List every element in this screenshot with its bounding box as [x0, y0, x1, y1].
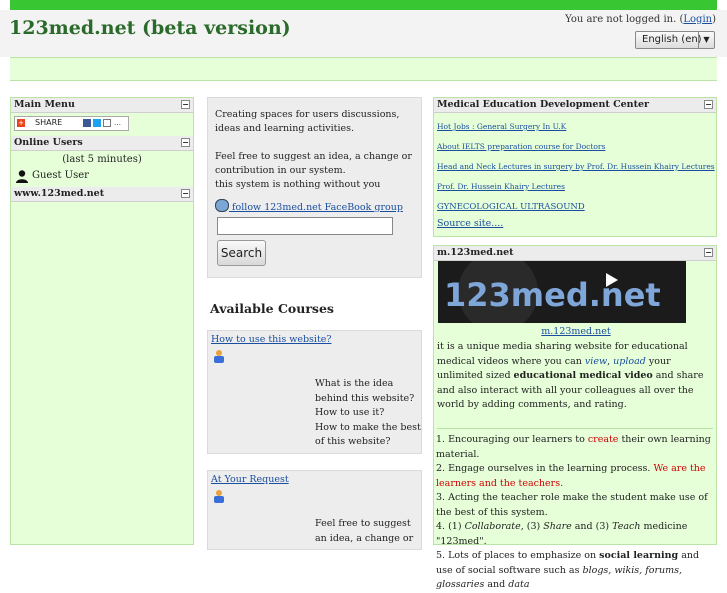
language-value: English (en) [642, 34, 702, 45]
med-edu-block: Medical Education Development Center − H… [433, 97, 717, 237]
site-title[interactable]: 123med.net (beta version) [9, 17, 291, 39]
intro-line-1: Creating spaces for users discussions, i… [215, 109, 400, 134]
goal-item: 3. Acting the teacher role make the stud… [436, 492, 708, 518]
online-users-title: Online Users [14, 137, 83, 148]
site-block-header: www.123med.net − [11, 187, 193, 202]
banner-logo-text: 123med.net [444, 276, 661, 314]
course-link[interactable]: How to use this website? [211, 334, 332, 345]
user-icon [16, 170, 28, 183]
med-edu-link[interactable]: GYNECOLOGICAL ULTRASOUND [437, 197, 716, 217]
share-label: SHARE [35, 118, 63, 127]
guest-user-row: Guest User [14, 169, 193, 183]
intro-line-2: Feel free to suggest an idea, a change o… [215, 151, 412, 176]
course-desc-line: Feel free to suggest an idea, a change o… [315, 518, 414, 544]
course-desc-line: What is the idea behind this website? [315, 378, 415, 404]
med-edu-link[interactable]: Prof. Dr. Hussein Khairy Lectures [437, 177, 716, 197]
course-desc-line: How to make the best of this website? [315, 421, 421, 448]
search-button[interactable]: Search [217, 240, 266, 266]
login-suffix: ) [712, 14, 716, 25]
desc-upload: upload [613, 355, 646, 367]
course-box: How to use this website? What is the ide… [207, 330, 422, 454]
banner-logo: 123med.net [438, 261, 686, 323]
intro-line-3: this system is nothing without you [215, 179, 381, 190]
chevron-down-icon[interactable]: ▼ [698, 32, 714, 48]
med-edu-link[interactable]: About IELTS preparation course for Docto… [437, 137, 716, 157]
med-edu-link[interactable]: Hot Jobs : General Surgery In U.K [437, 117, 716, 137]
source-site-link[interactable]: Source site.... [437, 217, 716, 231]
login-prefix: You are not logged in. ( [565, 14, 684, 25]
guest-access-icon [214, 350, 224, 363]
left-column: Main Menu − + SHARE … Online Users − (la… [10, 97, 194, 545]
collapse-icon[interactable]: − [704, 248, 713, 257]
online-users-sub: (last 5 minutes) [62, 154, 142, 165]
course-link[interactable]: At Your Request [211, 474, 289, 485]
login-info: You are not logged in. (Login) [565, 14, 716, 25]
course-description: What is the idea behind this website? Ho… [315, 377, 421, 450]
twitter-icon [93, 119, 101, 127]
med-edu-title: Medical Education Development Center [437, 99, 650, 110]
facebook-icon [83, 119, 91, 127]
divider [437, 428, 713, 429]
m-123med-description: it is a unique media sharing website for… [437, 340, 713, 413]
intro-box: Creating spaces for users discussions, i… [207, 97, 422, 278]
login-link[interactable]: Login [683, 14, 712, 25]
m-123med-title: m.123med.net [437, 247, 514, 258]
collapse-icon[interactable]: − [181, 138, 190, 147]
med-edu-header: Medical Education Development Center − [434, 98, 716, 113]
more-icon: … [114, 119, 121, 127]
desc-view: view [584, 355, 608, 367]
email-icon [103, 119, 111, 127]
m-123med-link[interactable]: m.123med.net [434, 326, 718, 337]
main-menu-title: Main Menu [14, 99, 75, 110]
available-courses-heading: Available Courses [210, 301, 334, 316]
guest-user-label: Guest User [32, 170, 89, 181]
facebook-group-link[interactable]: follow 123med.net FaceBook group [215, 199, 403, 213]
goal-item: 5. Lots of places to emphasize on social… [436, 550, 700, 590]
main-menu-header: Main Menu − [11, 98, 193, 113]
desc-bold: educational medical video [513, 370, 653, 381]
collapse-icon[interactable]: − [181, 189, 190, 198]
m-123med-banner[interactable]: 123med.net [438, 261, 686, 323]
share-plus-icon: + [17, 119, 25, 127]
course-desc-line: How to use it? [315, 407, 385, 418]
course-description: Feel free to suggest an idea, a change o… [315, 517, 421, 546]
goals-list: 1. Encouraging our learners to create th… [436, 433, 717, 593]
group-icon [215, 199, 229, 212]
language-select[interactable]: English (en) ▼ [635, 31, 715, 49]
collapse-icon[interactable]: − [181, 100, 190, 109]
collapse-icon[interactable]: − [704, 100, 713, 109]
middle-column: Creating spaces for users discussions, i… [207, 97, 422, 550]
facebook-group-text: follow 123med.net FaceBook group [229, 202, 403, 213]
guest-access-icon [214, 490, 224, 503]
site-block-title: www.123med.net [14, 188, 105, 199]
goal-item: 2. Engage ourselves in the learning proc… [436, 463, 706, 489]
course-box: At Your Request Feel free to suggest an … [207, 470, 422, 550]
online-users-header: Online Users − [11, 136, 193, 151]
share-button[interactable]: + SHARE … [14, 116, 129, 131]
top-accent-bar [10, 0, 717, 10]
m-123med-header: m.123med.net − [434, 246, 716, 261]
nav-bar [10, 57, 717, 81]
med-edu-links: Hot Jobs : General Surgery In U.K About … [434, 113, 716, 231]
search-input[interactable] [217, 217, 393, 235]
intro-text: Creating spaces for users discussions, i… [215, 108, 415, 192]
right-column: Medical Education Development Center − H… [433, 97, 718, 590]
goal-item: 1. Encouraging our learners to create th… [436, 434, 711, 460]
med-edu-link[interactable]: Head and Neck Lectures in surgery by Pro… [437, 157, 716, 177]
